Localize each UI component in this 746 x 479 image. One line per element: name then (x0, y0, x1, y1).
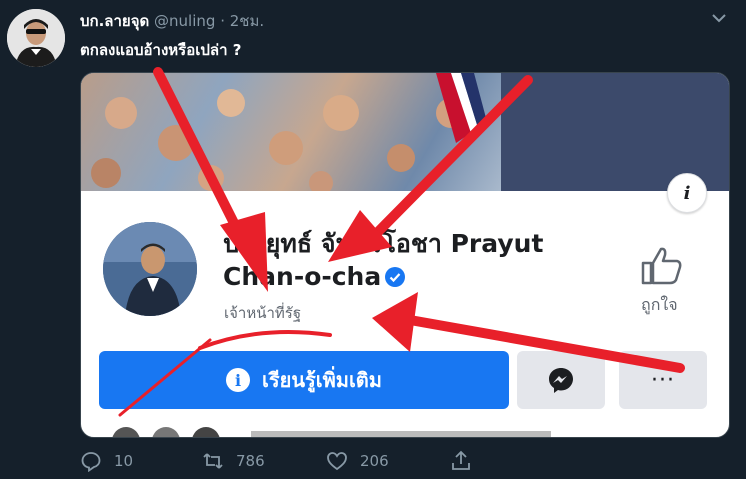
reply-action[interactable]: 10 (80, 450, 133, 472)
retweet-count: 786 (236, 452, 265, 470)
reply-count: 10 (114, 452, 134, 470)
avatar-figure (7, 9, 65, 67)
cover-photo (81, 73, 729, 191)
like-icon (327, 452, 347, 471)
like-action[interactable]: 206 (326, 450, 389, 472)
messenger-button[interactable] (517, 351, 605, 409)
learn-more-button[interactable]: i เรียนรู้เพิ่มเติม (99, 351, 509, 409)
retweet-icon (203, 453, 223, 469)
tweet[interactable]: บก.ลายจุด @nuling · 2ชม. ตกลงแอบอ้างหรือ… (0, 0, 746, 479)
friends-strip (112, 427, 551, 437)
display-name[interactable]: บก.ลายจุด (80, 12, 149, 30)
chevron-down-icon[interactable] (710, 11, 728, 25)
page-profile-picture[interactable] (101, 220, 199, 318)
share-action[interactable] (450, 450, 484, 472)
flag-ribbon (436, 73, 486, 143)
thumbs-up-icon[interactable] (639, 245, 683, 285)
learn-more-label: เรียนรู้เพิ่มเติม (262, 368, 382, 392)
info-icon[interactable]: i (667, 173, 707, 213)
page-category: เจ้าหน้าที่รัฐ (224, 304, 302, 322)
tweet-timestamp[interactable]: 2ชม. (230, 12, 264, 30)
tweet-header: บก.ลายจุด @nuling · 2ชม. (80, 9, 264, 33)
like-count: 206 (360, 452, 389, 470)
tweet-text: ตกลงแอบอ้างหรือเปล่า ? (80, 41, 242, 59)
messenger-icon (549, 368, 573, 393)
share-icon (452, 450, 470, 470)
page-name[interactable]: ประยุทธ์ จันทร์โอชา Prayut Chan-o-cha (223, 227, 623, 293)
profile-figure (103, 222, 197, 316)
facebook-page-card[interactable]: i ประยุทธ์ จันทร์โอชา Prayut Chan-o-cha … (80, 72, 730, 438)
tweet-actions: 10 786 206 (80, 450, 740, 474)
like-label[interactable]: ถูกใจ (641, 293, 678, 318)
info-icon: i (226, 368, 251, 392)
user-handle[interactable]: @nuling (154, 12, 215, 30)
user-avatar[interactable] (7, 9, 65, 67)
retweet-action[interactable]: 786 (202, 450, 265, 472)
page-name-text: ประยุทธ์ จันทร์โอชา Prayut Chan-o-cha (223, 229, 544, 291)
cover-dark-area (501, 73, 729, 191)
reply-icon (81, 452, 101, 472)
separator-dot: · (220, 12, 225, 30)
more-options-button[interactable]: ··· (619, 351, 707, 409)
verified-badge-icon (385, 267, 406, 287)
